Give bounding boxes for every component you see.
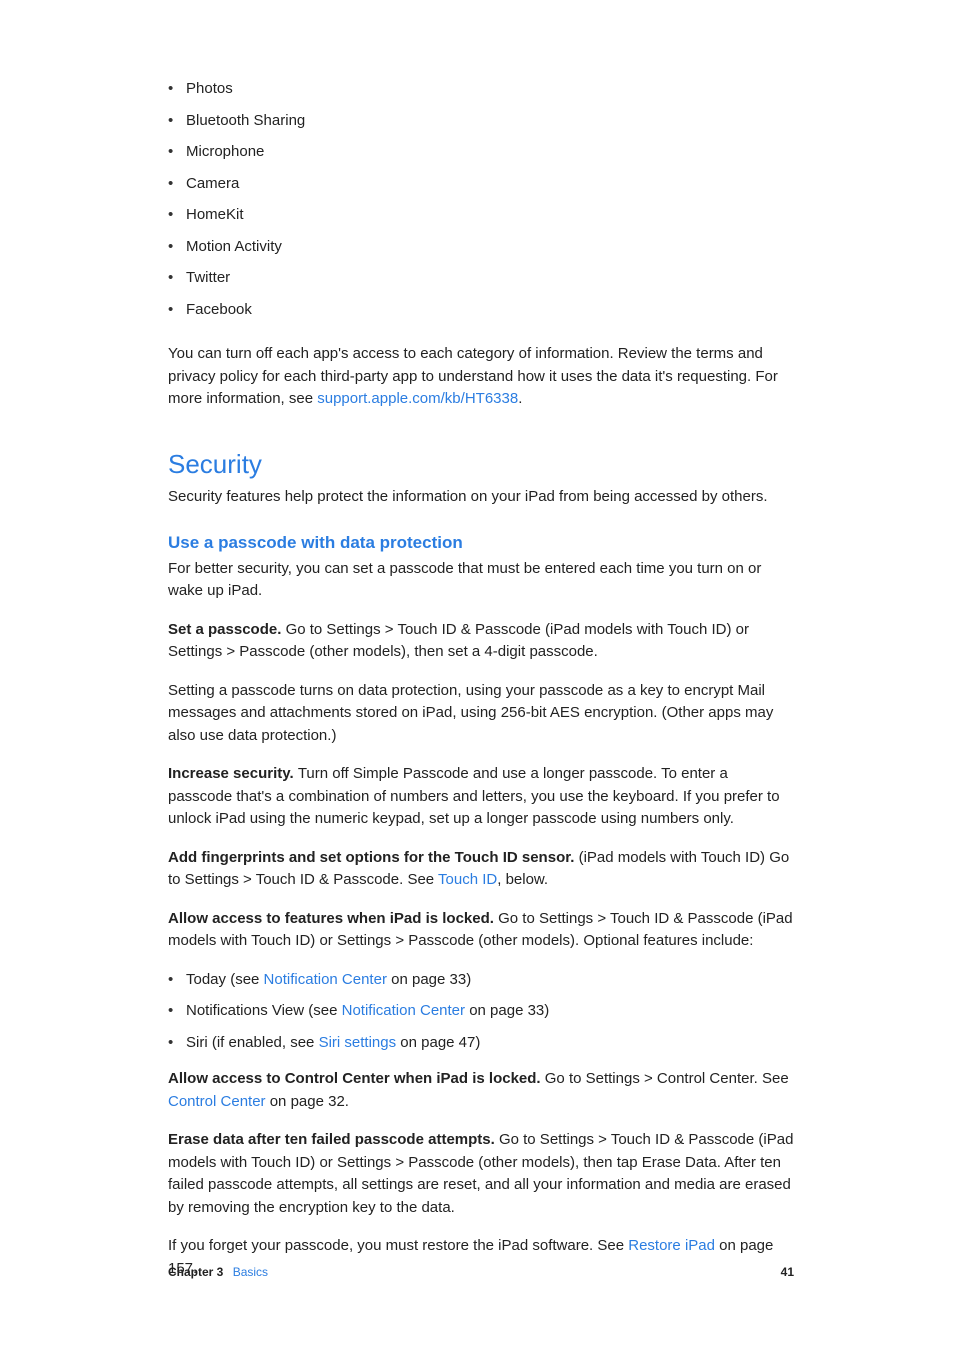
erase-data-paragraph: Erase data after ten failed passcode att… [168, 1129, 794, 1219]
data-protection-paragraph: Setting a passcode turns on data protect… [168, 680, 794, 748]
bold-lead: Increase security. [168, 765, 298, 782]
list-item: Bluetooth Sharing [168, 110, 794, 133]
bold-lead: Add fingerprints and set options for the… [168, 849, 579, 866]
text: Today (see [186, 971, 264, 988]
support-link[interactable]: support.apple.com/kb/HT6338 [317, 390, 518, 407]
siri-settings-link[interactable]: Siri settings [319, 1034, 397, 1051]
text: on page 47) [396, 1034, 480, 1051]
allow-access-paragraph: Allow access to features when iPad is lo… [168, 908, 794, 953]
page-footer: Chapter 3 Basics 41 [168, 1263, 794, 1281]
increase-security-paragraph: Increase security. Turn off Simple Passc… [168, 763, 794, 831]
bold-lead: Allow access to features when iPad is lo… [168, 910, 498, 927]
bold-lead: Set a passcode. [168, 621, 286, 638]
list-item: Camera [168, 173, 794, 196]
list-item: Siri (if enabled, see Siri settings on p… [168, 1032, 794, 1055]
page-container: Photos Bluetooth Sharing Microphone Came… [0, 0, 954, 1346]
passcode-subheading: Use a passcode with data protection [168, 530, 794, 556]
list-item: Facebook [168, 299, 794, 322]
bold-lead: Erase data after ten failed passcode att… [168, 1131, 499, 1148]
footer-page-number: 41 [781, 1263, 794, 1281]
list-item: Motion Activity [168, 236, 794, 259]
notification-center-link[interactable]: Notification Center [342, 1002, 465, 1019]
bold-lead: Allow access to Control Center when iPad… [168, 1070, 545, 1087]
privacy-summary-paragraph: You can turn off each app's access to ea… [168, 343, 794, 411]
security-intro: Security features help protect the infor… [168, 486, 794, 509]
control-center-paragraph: Allow access to Control Center when iPad… [168, 1068, 794, 1113]
locked-features-list: Today (see Notification Center on page 3… [168, 969, 794, 1055]
text: . [518, 390, 522, 407]
text: on page 33) [387, 971, 471, 988]
text: Notifications View (see [186, 1002, 342, 1019]
set-passcode-paragraph: Set a passcode. Go to Settings > Touch I… [168, 619, 794, 664]
restore-ipad-link[interactable]: Restore iPad [628, 1237, 715, 1254]
list-item: Twitter [168, 267, 794, 290]
passcode-intro: For better security, you can set a passc… [168, 558, 794, 603]
privacy-categories-list: Photos Bluetooth Sharing Microphone Came… [168, 78, 794, 321]
text: Go to Settings > Control Center. See [545, 1070, 789, 1087]
text: on page 32. [266, 1093, 349, 1110]
security-heading: Security [168, 445, 794, 484]
list-item: Today (see Notification Center on page 3… [168, 969, 794, 992]
list-item: Microphone [168, 141, 794, 164]
fingerprints-paragraph: Add fingerprints and set options for the… [168, 847, 794, 892]
notification-center-link[interactable]: Notification Center [264, 971, 387, 988]
text: , below. [497, 871, 548, 888]
text: Siri (if enabled, see [186, 1034, 319, 1051]
control-center-link[interactable]: Control Center [168, 1093, 266, 1110]
text: on page 33) [465, 1002, 549, 1019]
touch-id-link[interactable]: Touch ID [438, 871, 497, 888]
list-item: HomeKit [168, 204, 794, 227]
list-item: Photos [168, 78, 794, 101]
text: If you forget your passcode, you must re… [168, 1237, 628, 1254]
footer-section: Basics [233, 1265, 268, 1279]
list-item: Notifications View (see Notification Cen… [168, 1000, 794, 1023]
footer-chapter: Chapter 3 [168, 1265, 223, 1279]
